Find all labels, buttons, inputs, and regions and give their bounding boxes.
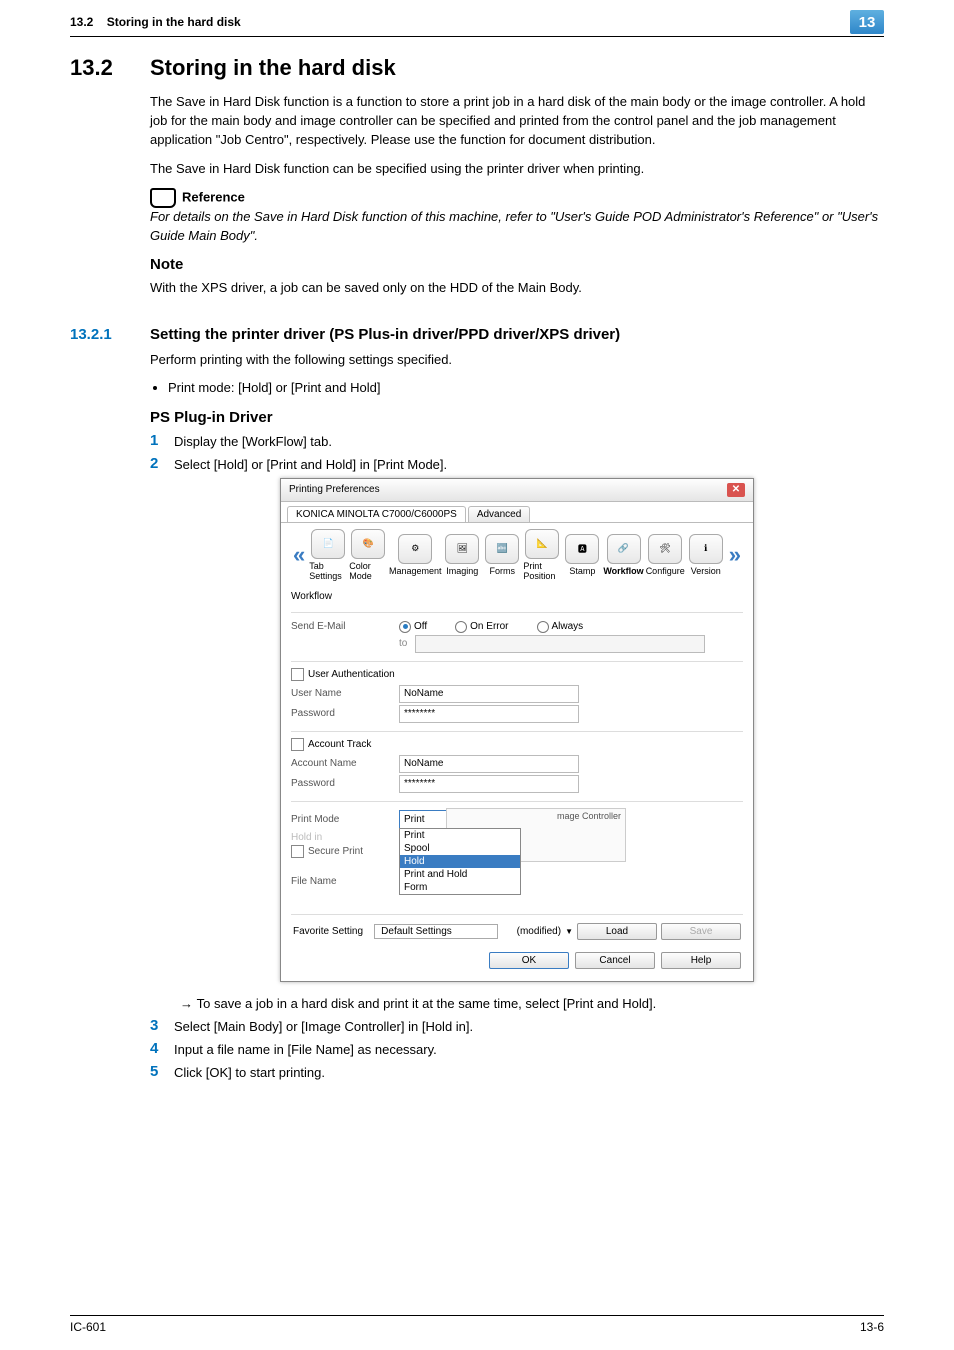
reference-heading: Reference bbox=[150, 188, 884, 208]
nav-forms[interactable]: 🔤Forms bbox=[483, 534, 521, 576]
option-hold[interactable]: Hold bbox=[400, 855, 520, 868]
step-text: Select [Hold] or [Print and Hold] in [Pr… bbox=[174, 455, 884, 472]
ok-button[interactable]: OK bbox=[489, 952, 569, 969]
nav-management[interactable]: ⚙Management bbox=[389, 534, 441, 576]
nav-color-mode[interactable]: 🎨Color Mode bbox=[349, 529, 387, 581]
save-button[interactable]: Save bbox=[661, 923, 741, 940]
option-form[interactable]: Form bbox=[400, 881, 520, 894]
step-number: 2 bbox=[150, 455, 174, 472]
favorite-setting-label: Favorite Setting bbox=[293, 926, 363, 937]
account-track-label: Account Track bbox=[308, 739, 371, 750]
book-icon bbox=[150, 188, 176, 208]
user-auth-checkbox[interactable] bbox=[291, 668, 304, 681]
subsection-intro: Perform printing with the following sett… bbox=[150, 351, 884, 370]
note-heading: Note bbox=[150, 256, 884, 273]
radio-off[interactable]: Off bbox=[399, 621, 427, 633]
option-print-and-hold[interactable]: Print and Hold bbox=[400, 868, 520, 881]
subsection-number: 13.2.1 bbox=[70, 326, 150, 1086]
nav-version[interactable]: ℹVersion bbox=[687, 534, 725, 576]
tab-device[interactable]: KONICA MINOLTA C7000/C6000PS bbox=[287, 506, 466, 522]
nav-workflow[interactable]: 🔗Workflow bbox=[603, 534, 643, 576]
arrow-note: To save a job in a hard disk and print i… bbox=[180, 996, 884, 1011]
close-icon[interactable]: ✕ bbox=[727, 483, 745, 497]
nav-print-position[interactable]: 📐Print Position bbox=[523, 529, 561, 581]
bullet-item: Print mode: [Hold] or [Print and Hold] bbox=[168, 380, 884, 395]
dialog-title: Printing Preferences bbox=[289, 484, 380, 495]
user-name-label: User Name bbox=[291, 688, 391, 699]
step-text: Select [Main Body] or [Image Controller]… bbox=[174, 1017, 884, 1034]
step-text: Click [OK] to start printing. bbox=[174, 1063, 884, 1080]
chapter-badge: 13 bbox=[850, 10, 884, 34]
option-print[interactable]: Print bbox=[400, 829, 520, 842]
account-password-label: Password bbox=[291, 778, 391, 789]
step-number: 4 bbox=[150, 1040, 174, 1057]
account-name-label: Account Name bbox=[291, 758, 391, 769]
print-mode-options[interactable]: Print Spool Hold Print and Hold Form bbox=[399, 828, 521, 895]
footer-right: 13-6 bbox=[860, 1320, 884, 1334]
email-to-field[interactable] bbox=[415, 635, 705, 653]
reference-text: For details on the Save in Hard Disk fun… bbox=[150, 208, 884, 246]
help-button[interactable]: Help bbox=[661, 952, 741, 969]
nav-imaging[interactable]: 🖼Imaging bbox=[443, 534, 481, 576]
step-number: 5 bbox=[150, 1063, 174, 1080]
account-name-field[interactable]: NoName bbox=[399, 755, 579, 773]
user-auth-label: User Authentication bbox=[308, 669, 395, 680]
nav-stamp[interactable]: 🅰Stamp bbox=[563, 534, 601, 576]
password-field[interactable]: ******** bbox=[399, 705, 579, 723]
footer-left: IC-601 bbox=[70, 1320, 106, 1334]
cancel-button[interactable]: Cancel bbox=[575, 952, 655, 969]
step-number: 3 bbox=[150, 1017, 174, 1034]
favorite-setting-select[interactable]: Default Settings bbox=[374, 924, 498, 939]
nav-prev-icon[interactable]: « bbox=[291, 542, 307, 568]
driver-heading: PS Plug-in Driver bbox=[150, 409, 884, 426]
secure-print-label: Secure Print bbox=[308, 846, 363, 857]
page-header-left: 13.2 Storing in the hard disk bbox=[70, 15, 241, 29]
tab-advanced[interactable]: Advanced bbox=[468, 506, 530, 522]
subsection-title: Setting the printer driver (PS Plus-in d… bbox=[150, 326, 884, 343]
modified-label: (modified) bbox=[517, 926, 561, 937]
account-track-checkbox[interactable] bbox=[291, 738, 304, 751]
secure-print-checkbox[interactable] bbox=[291, 845, 304, 858]
nav-configure[interactable]: 🛠Configure bbox=[646, 534, 685, 576]
send-email-label: Send E-Mail bbox=[291, 621, 391, 632]
hold-in-label: Hold in bbox=[291, 832, 391, 843]
account-password-field[interactable]: ******** bbox=[399, 775, 579, 793]
workflow-group-label: Workflow bbox=[291, 591, 743, 602]
step-number: 1 bbox=[150, 432, 174, 449]
nav-tab-settings[interactable]: 📄Tab Settings bbox=[309, 529, 347, 581]
printing-preferences-dialog: Printing Preferences ✕ KONICA MINOLTA C7… bbox=[280, 478, 754, 982]
password-label: Password bbox=[291, 708, 391, 719]
radio-always[interactable]: Always bbox=[537, 621, 584, 633]
radio-on-error[interactable]: On Error bbox=[455, 621, 508, 633]
option-spool[interactable]: Spool bbox=[400, 842, 520, 855]
section-number: 13.2 bbox=[70, 55, 150, 308]
print-mode-label: Print Mode bbox=[291, 814, 391, 825]
to-label: to bbox=[399, 638, 407, 649]
step-text: Input a file name in [File Name] as nece… bbox=[174, 1040, 884, 1057]
step-text: Display the [WorkFlow] tab. bbox=[174, 432, 884, 449]
section-paragraph: The Save in Hard Disk function is a func… bbox=[150, 93, 884, 150]
user-name-field[interactable]: NoName bbox=[399, 685, 579, 703]
note-text: With the XPS driver, a job can be saved … bbox=[150, 279, 884, 298]
nav-next-icon[interactable]: » bbox=[727, 542, 743, 568]
section-paragraph: The Save in Hard Disk function can be sp… bbox=[150, 160, 884, 179]
file-name-label: File Name bbox=[291, 876, 391, 887]
load-button[interactable]: Load bbox=[577, 923, 657, 940]
section-title: Storing in the hard disk bbox=[150, 55, 884, 81]
